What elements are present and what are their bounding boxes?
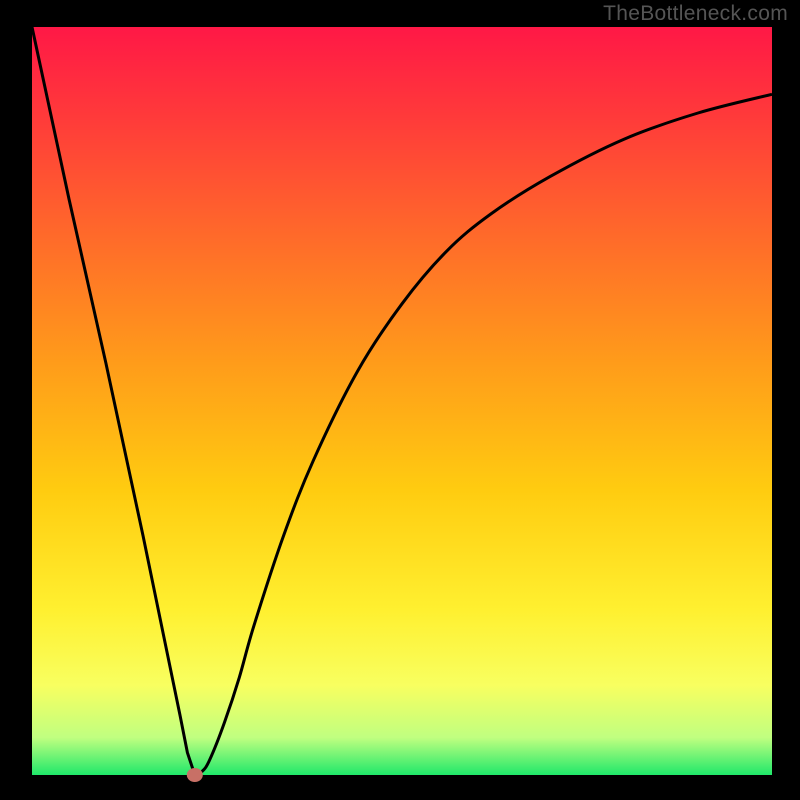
bottleneck-chart bbox=[0, 0, 800, 800]
watermark-text: TheBottleneck.com bbox=[603, 2, 788, 26]
optimum-marker bbox=[187, 768, 203, 782]
plot-background bbox=[32, 27, 772, 775]
chart-frame: TheBottleneck.com bbox=[0, 0, 800, 800]
